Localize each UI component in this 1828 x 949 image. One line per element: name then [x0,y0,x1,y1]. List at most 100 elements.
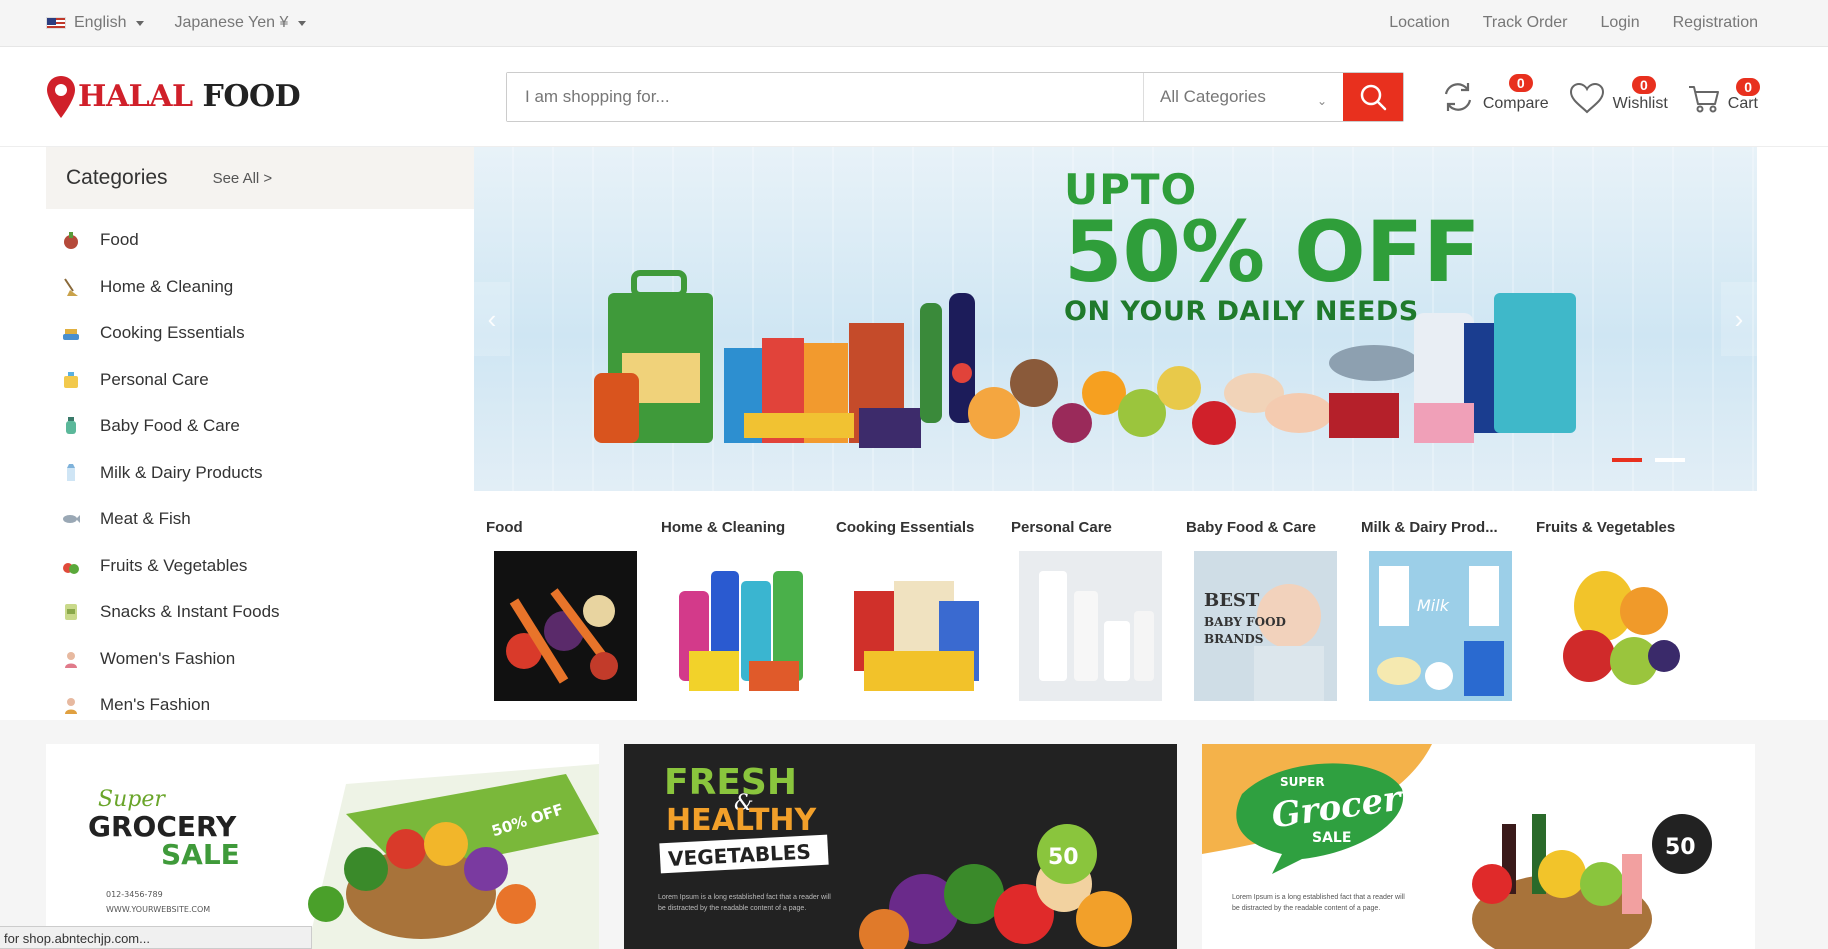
milk-dairy-image: Milk [1369,551,1512,701]
category-item-cooking-essentials[interactable]: Cooking Essentials [46,310,474,357]
woman-icon [60,648,82,670]
fish-icon [60,508,82,530]
slider-next-button[interactable]: › [1721,282,1757,356]
category-list: Food Home & Cleaning Cooking Essentials … [46,209,474,729]
language-label: English [74,14,127,31]
banner3-super-text: SUPER [1280,775,1325,789]
category-select-label: All Categories [1160,86,1266,106]
caret-down-icon [136,20,145,26]
search-input[interactable] [507,72,1143,121]
category-item-label: Food [100,230,139,250]
categories-header: Categories See All > [46,147,474,209]
us-flag-icon [46,17,66,29]
banner2-fresh-text: FRESH [664,762,797,803]
banner3-sale-text: SALE [1312,830,1351,846]
search-button[interactable] [1343,72,1403,121]
compare-count-badge: 0 [1508,73,1533,92]
banner1-sale-text: SALE [161,838,240,871]
chevron-down-icon: ⌄ [1316,93,1327,108]
category-item-label: Cooking Essentials [100,323,245,343]
category-item-mens-fashion[interactable]: Men's Fashion [46,682,474,729]
svg-text:Milk: Milk [1417,596,1450,615]
category-item-label: Fruits & Vegetables [100,555,248,575]
currency-dropdown[interactable]: Japanese Yen ¥ [174,14,307,32]
featured-category-home-cleaning[interactable]: Home & Cleaning [661,519,836,701]
header: HALAL FOOD All Categories ⌄ Compare 0 [0,47,1828,147]
featured-category-milk-dairy[interactable]: Milk & Dairy Prod... Milk [1361,519,1536,701]
banner1-super-text: Super [98,787,166,812]
main-section: Categories See All > Food Home & Cleanin… [0,147,1828,720]
banner2-badge: 50 [1048,845,1079,870]
category-item-fruits-vegetables[interactable]: Fruits & Vegetables [46,543,474,590]
featured-category-cooking-essentials[interactable]: Cooking Essentials [836,519,1011,701]
food-icon [60,229,82,251]
slider-products-image [594,270,1576,448]
search-bar: All Categories ⌄ [506,71,1404,122]
featured-category-name: Baby Food & Care [1186,519,1317,536]
compare-icon [1444,82,1471,111]
baby-food-image: BEST BABY FOOD BRANDS [1194,551,1337,701]
slider-dots [1612,458,1685,462]
registration-link[interactable]: Registration [1673,14,1758,32]
track-order-link[interactable]: Track Order [1483,14,1568,32]
category-item-label: Personal Care [100,369,209,389]
svg-text:BEST: BEST [1204,590,1260,611]
super-grocery-sale-banner-2[interactable]: SUPER Grocery SALE Lorem Ipsum is a long… [1202,744,1755,949]
categories-title: Categories [66,166,168,189]
banner2-description: Lorem Ipsum is a long established fact t… [658,894,831,912]
vegetables-icon [60,555,82,577]
logo-text-food: FOOD [202,79,301,114]
featured-category-baby-food-care[interactable]: Baby Food & Care BEST BABY FOOD BRANDS [1186,519,1361,701]
featured-category-name: Cooking Essentials [836,519,975,536]
banner3-badge: 50 [1665,835,1696,860]
category-item-snacks[interactable]: Snacks & Instant Foods [46,589,474,636]
category-item-personal-care[interactable]: Personal Care [46,357,474,404]
personal-care-icon [60,369,82,391]
slider-dot-2[interactable] [1655,458,1685,462]
browser-status-bar: for shop.abntechjp.com... [0,926,312,949]
snacks-icon [60,601,82,623]
currency-label: Japanese Yen ¥ [174,14,289,31]
hero-slider[interactable]: UPTO 50% OFF ON YOUR DAILY NEEDS ‹ › [474,147,1757,491]
category-item-womens-fashion[interactable]: Women's Fashion [46,636,474,683]
featured-category-food[interactable]: Food [486,519,661,701]
banner2-healthy-text: HEALTHY [666,803,818,838]
wishlist-button[interactable]: Wishlist 0 [1569,75,1668,114]
slider-dot-1[interactable] [1612,458,1642,462]
cart-button[interactable]: Cart 0 [1688,77,1760,114]
featured-category-name: Personal Care [1011,519,1112,536]
login-link[interactable]: Login [1600,14,1639,32]
category-item-food[interactable]: Food [46,217,474,264]
featured-category-fruits-vegetables[interactable]: Fruits & Vegetables [1536,519,1711,701]
category-item-baby-food-care[interactable]: Baby Food & Care [46,403,474,450]
broom-icon [60,276,82,298]
category-select[interactable]: All Categories ⌄ [1143,72,1343,121]
milk-icon [60,462,82,484]
home-cleaning-image [669,551,812,701]
cart-count-badge: 0 [1736,77,1760,96]
location-pin-icon [47,75,75,118]
category-item-home-cleaning[interactable]: Home & Cleaning [46,264,474,311]
language-dropdown[interactable]: English [46,14,145,32]
man-icon [60,694,82,716]
baby-bottle-icon [60,415,82,437]
featured-category-name: Milk & Dairy Prod... [1361,519,1498,536]
main-content: UPTO 50% OFF ON YOUR DAILY NEEDS ‹ › Foo… [474,147,1757,720]
heart-icon [1569,82,1604,113]
super-grocery-sale-banner[interactable]: Super GROCERY SALE 012-3456-789 WWW.YOUR… [46,744,599,949]
slider-prev-button[interactable]: ‹ [474,282,510,356]
compare-button[interactable]: Compare 0 [1441,73,1549,114]
featured-category-personal-care[interactable]: Personal Care [1011,519,1186,701]
banner3-description: Lorem Ipsum is a long established fact t… [1232,894,1405,912]
featured-categories: Food Home & Cleaning Cooking Essentials … [474,491,1757,701]
see-all-link[interactable]: See All > [213,170,273,187]
fresh-healthy-vegetables-banner[interactable]: FRESH & HEALTHY VEGETABLES Lorem Ipsum i… [624,744,1177,949]
category-item-meat-fish[interactable]: Meat & Fish [46,496,474,543]
category-item-milk-dairy[interactable]: Milk & Dairy Products [46,450,474,497]
fruits-vegetables-image [1544,551,1687,701]
location-link[interactable]: Location [1389,14,1450,32]
category-item-label: Baby Food & Care [100,416,240,436]
category-item-label: Men's Fashion [100,695,211,715]
logo[interactable]: HALAL FOOD [46,75,506,119]
search-icon [1360,84,1387,110]
